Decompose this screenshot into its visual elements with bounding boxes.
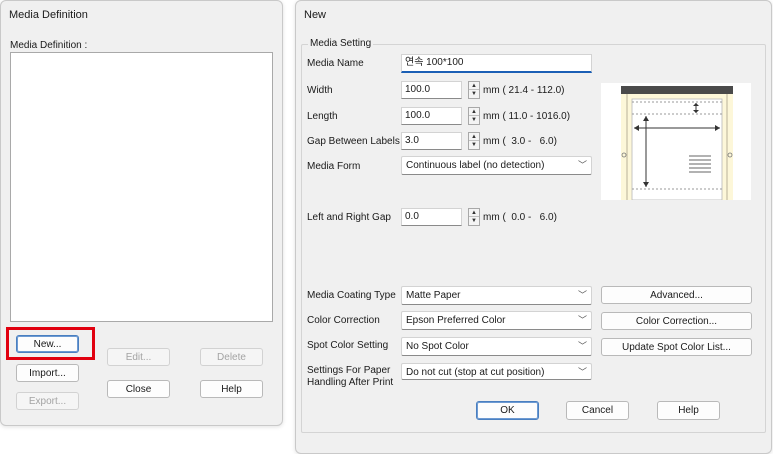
color-correction-value: Epson Preferred Color — [406, 315, 506, 326]
color-correction-label: Color Correction — [307, 315, 380, 326]
width-label: Width — [307, 85, 333, 96]
media-list-label: Media Definition : — [10, 40, 88, 51]
media-list[interactable] — [10, 52, 273, 322]
paper-handling-select[interactable]: Do not cut (stop at cut position) ﹀ — [401, 363, 592, 380]
width-input[interactable]: 100.0 — [401, 81, 462, 99]
spin-up-icon[interactable]: ▲ — [469, 108, 479, 116]
spin-down-icon[interactable]: ▼ — [469, 116, 479, 124]
update-spot-color-button[interactable]: Update Spot Color List... — [601, 338, 752, 356]
new-media-dialog: New Media Setting Media Name 연속 100*100 … — [295, 0, 772, 454]
length-spinner[interactable]: ▲ ▼ — [468, 107, 480, 125]
spin-up-icon[interactable]: ▲ — [469, 209, 479, 217]
media-form-value: Continuous label (no detection) — [406, 160, 545, 171]
spin-up-icon[interactable]: ▲ — [469, 82, 479, 90]
length-label: Length — [307, 111, 338, 122]
chevron-down-icon: ﹀ — [577, 341, 587, 351]
dialog-title: Media Definition — [9, 9, 88, 21]
chevron-down-icon: ﹀ — [577, 315, 587, 325]
import-button[interactable]: Import... — [16, 364, 79, 382]
gap-label: Gap Between Labels — [307, 136, 400, 147]
left-right-gap-label: Left and Right Gap — [307, 212, 391, 223]
gap-spinner[interactable]: ▲ ▼ — [468, 132, 480, 150]
spin-up-icon[interactable]: ▲ — [469, 133, 479, 141]
media-form-label: Media Form — [307, 161, 361, 172]
help-button[interactable]: Help — [657, 401, 720, 420]
spin-down-icon[interactable]: ▼ — [469, 141, 479, 149]
coating-type-value: Matte Paper — [406, 290, 461, 301]
advanced-button[interactable]: Advanced... — [601, 286, 752, 304]
delete-button[interactable]: Delete — [200, 348, 263, 366]
paper-handling-label-line2: Handling After Print — [307, 377, 394, 388]
spot-color-label: Spot Color Setting — [307, 340, 389, 351]
close-button[interactable]: Close — [107, 380, 170, 398]
ok-button[interactable]: OK — [476, 401, 539, 420]
paper-handling-label-line1: Settings For Paper — [307, 365, 391, 376]
left-right-gap-spinner[interactable]: ▲ ▼ — [468, 208, 480, 226]
color-correction-button[interactable]: Color Correction... — [601, 312, 752, 330]
edit-button[interactable]: Edit... — [107, 348, 170, 366]
chevron-down-icon: ﹀ — [577, 160, 587, 170]
media-name-label: Media Name — [307, 58, 364, 69]
width-range: mm ( 21.4 - 112.0) — [483, 85, 565, 96]
media-diagram — [601, 83, 751, 200]
media-definition-dialog: Media Definition Media Definition : New.… — [0, 0, 283, 426]
gap-input[interactable]: 3.0 — [401, 132, 462, 150]
new-button[interactable]: New... — [16, 335, 79, 353]
spin-down-icon[interactable]: ▼ — [469, 90, 479, 98]
chevron-down-icon: ﹀ — [577, 290, 587, 300]
dialog-title: New — [304, 9, 327, 21]
left-right-gap-range: mm ( 0.0 - 6.0) — [483, 212, 557, 223]
width-spinner[interactable]: ▲ ▼ — [468, 81, 480, 99]
media-form-select[interactable]: Continuous label (no detection) ﹀ — [401, 156, 592, 175]
chevron-down-icon: ﹀ — [577, 367, 587, 377]
spin-down-icon[interactable]: ▼ — [469, 217, 479, 225]
left-right-gap-input[interactable]: 0.0 — [401, 208, 462, 226]
color-correction-select[interactable]: Epson Preferred Color ﹀ — [401, 311, 592, 330]
gap-range: mm ( 3.0 - 6.0) — [483, 136, 557, 147]
spot-color-value: No Spot Color — [406, 341, 469, 352]
spot-color-select[interactable]: No Spot Color ﹀ — [401, 337, 592, 356]
length-input[interactable]: 100.0 — [401, 107, 462, 125]
media-name-input[interactable]: 연속 100*100 — [401, 54, 592, 73]
coating-type-select[interactable]: Matte Paper ﹀ — [401, 286, 592, 305]
length-range: mm ( 11.0 - 1016.0) — [483, 111, 571, 122]
paper-handling-value: Do not cut (stop at cut position) — [406, 367, 545, 378]
group-label: Media Setting — [308, 38, 374, 50]
help-button[interactable]: Help — [200, 380, 263, 398]
cancel-button[interactable]: Cancel — [566, 401, 629, 420]
export-button[interactable]: Export... — [16, 392, 79, 410]
coating-type-label: Media Coating Type — [307, 290, 396, 301]
